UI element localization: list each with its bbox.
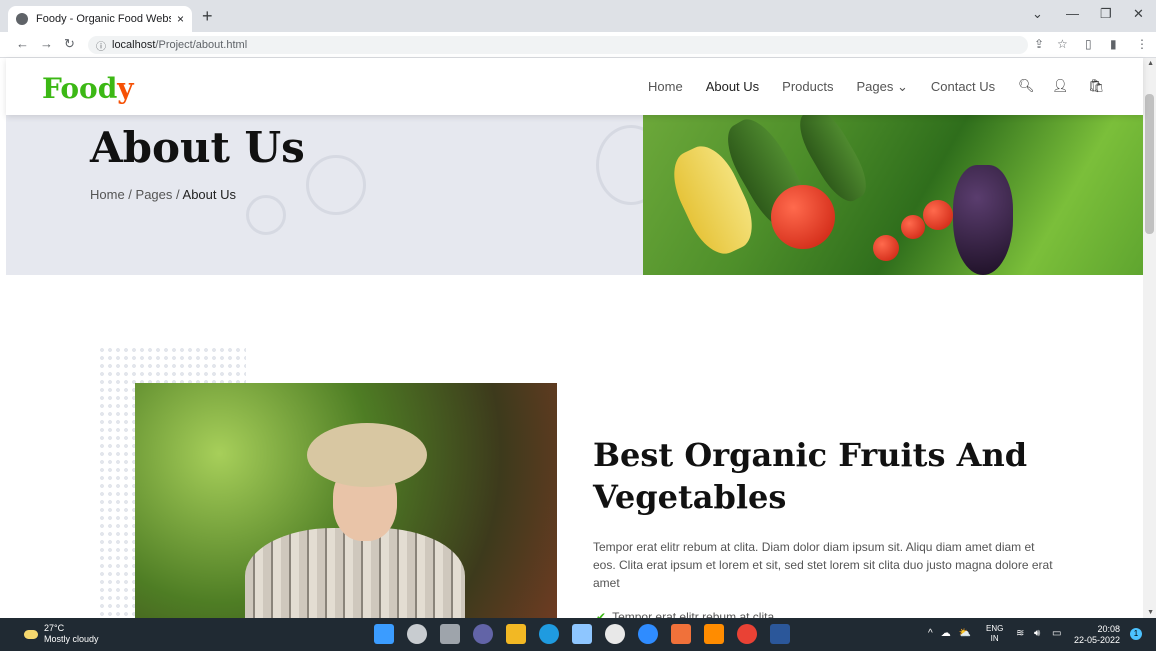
weather-condition: Mostly cloudy	[44, 634, 99, 644]
xampp-icon[interactable]	[671, 624, 691, 644]
battery-icon[interactable]: ▭	[1052, 628, 1061, 639]
scrollbar-thumb[interactable]	[1145, 94, 1154, 234]
partly-cloudy-icon	[24, 629, 38, 639]
tab-search-icon[interactable]: ⌄	[1032, 6, 1043, 22]
page-header: About Us Home / Pages / About Us	[6, 115, 1143, 275]
word-icon[interactable]	[770, 624, 790, 644]
task-view-icon[interactable]	[440, 624, 460, 644]
store-icon[interactable]	[572, 624, 592, 644]
about-paragraph: Tempor erat elitr rebum at clita. Diam d…	[593, 540, 1053, 590]
reload-icon[interactable]: ↻	[64, 36, 75, 52]
weather-widget[interactable]: 27°C Mostly cloudy	[24, 623, 99, 645]
profile-icon[interactable]: ▮	[1110, 37, 1117, 51]
taskbar-apps	[374, 624, 790, 644]
weather-tray-icon[interactable]: ⛅	[959, 628, 971, 639]
volume-icon[interactable]: 🔊︎	[1034, 628, 1040, 639]
chrome-icon[interactable]	[737, 624, 757, 644]
cloud-icon[interactable]: ☁	[941, 628, 951, 639]
page-title: About Us	[90, 123, 305, 172]
windows-start-icon[interactable]	[374, 624, 394, 644]
tab-close-button[interactable]: ×	[177, 12, 184, 26]
breadcrumb-home[interactable]: Home	[90, 187, 125, 202]
menu-item-home[interactable]: Home	[648, 79, 683, 95]
browser-menu-icon[interactable]: ⋮	[1136, 37, 1148, 51]
url-host: localhost	[112, 39, 156, 51]
sublime-text-icon[interactable]	[704, 624, 724, 644]
menu-item-contact[interactable]: Contact Us	[931, 79, 995, 95]
github-icon[interactable]	[605, 624, 625, 644]
site-navbar: Foody Home About Us Products Pages ⌄ Con…	[6, 58, 1143, 115]
breadcrumb-current: About Us	[182, 187, 237, 202]
notification-badge[interactable]: 1	[1130, 628, 1142, 640]
forward-icon[interactable]: →	[40, 36, 53, 51]
new-tab-button[interactable]: +	[202, 6, 213, 27]
tab-title: Foody - Organic Food Website T	[36, 13, 171, 25]
scroll-up-icon[interactable]: ▲	[1147, 60, 1154, 67]
bookmark-star-icon[interactable]: ☆	[1057, 37, 1068, 51]
shopping-bag-icon[interactable]: 🛍︎	[1088, 78, 1105, 94]
menu-item-pages[interactable]: Pages ⌄	[856, 79, 907, 95]
share-icon[interactable]: ⇪	[1034, 37, 1044, 51]
chevron-up-icon[interactable]: ^	[928, 628, 933, 639]
wifi-icon[interactable]: ≋	[1016, 628, 1024, 639]
file-explorer-icon[interactable]	[506, 624, 526, 644]
temperature: 27°C	[44, 623, 65, 633]
back-icon[interactable]: ←	[16, 36, 29, 51]
main-menu: Home About Us Products Pages ⌄ Contact U…	[648, 79, 995, 95]
search-icon[interactable]: 🔍︎	[1018, 78, 1035, 94]
restore-icon[interactable]: ❐	[1100, 6, 1112, 22]
user-icon[interactable]: 👤︎	[1052, 78, 1069, 94]
system-tray: ^ ☁ ⛅	[928, 628, 971, 639]
browser-tab-bar: Foody - Organic Food Website T × + ⌄ — ❐…	[0, 0, 1156, 32]
browser-tab[interactable]: Foody - Organic Food Website T ×	[8, 6, 192, 32]
site-logo[interactable]: Foody	[42, 72, 134, 105]
scroll-down-icon[interactable]: ▼	[1147, 609, 1154, 616]
address-bar: ← → ↻ ⓘ localhost /Project/about.html ⇪ …	[0, 32, 1156, 58]
edge-icon[interactable]	[539, 624, 559, 644]
menu-item-products[interactable]: Products	[782, 79, 833, 95]
menu-item-about[interactable]: About Us	[706, 79, 759, 95]
vscode-icon[interactable]	[638, 624, 658, 644]
search-taskbar-icon[interactable]	[407, 624, 427, 644]
clock[interactable]: 20:08 22-05-2022	[1074, 624, 1120, 646]
vegetable-basket-image	[643, 115, 1143, 275]
side-panel-icon[interactable]: ▯	[1085, 37, 1092, 51]
close-window-icon[interactable]: ✕	[1133, 6, 1144, 22]
info-icon[interactable]: ⓘ	[96, 38, 106, 53]
breadcrumb: Home / Pages / About Us	[90, 187, 237, 202]
globe-icon	[16, 13, 28, 25]
about-heading: Best Organic Fruits And Vegetables	[593, 436, 1028, 516]
breadcrumb-pages[interactable]: Pages	[136, 187, 173, 202]
minimize-icon[interactable]: —	[1066, 6, 1079, 21]
decorative-fruit-icon	[246, 195, 286, 235]
language-indicator[interactable]: ENG IN	[986, 624, 1003, 644]
url-path: /Project/about.html	[155, 39, 248, 51]
teams-icon[interactable]	[473, 624, 493, 644]
decorative-strawberry-icon	[306, 155, 366, 215]
windows-taskbar: 27°C Mostly cloudy ^ ☁ ⛅ ENG IN ≋ 🔊︎ ▭ 2…	[0, 618, 1156, 651]
farmer-image	[135, 383, 557, 618]
url-field[interactable]: ⓘ localhost /Project/about.html	[88, 36, 1028, 54]
